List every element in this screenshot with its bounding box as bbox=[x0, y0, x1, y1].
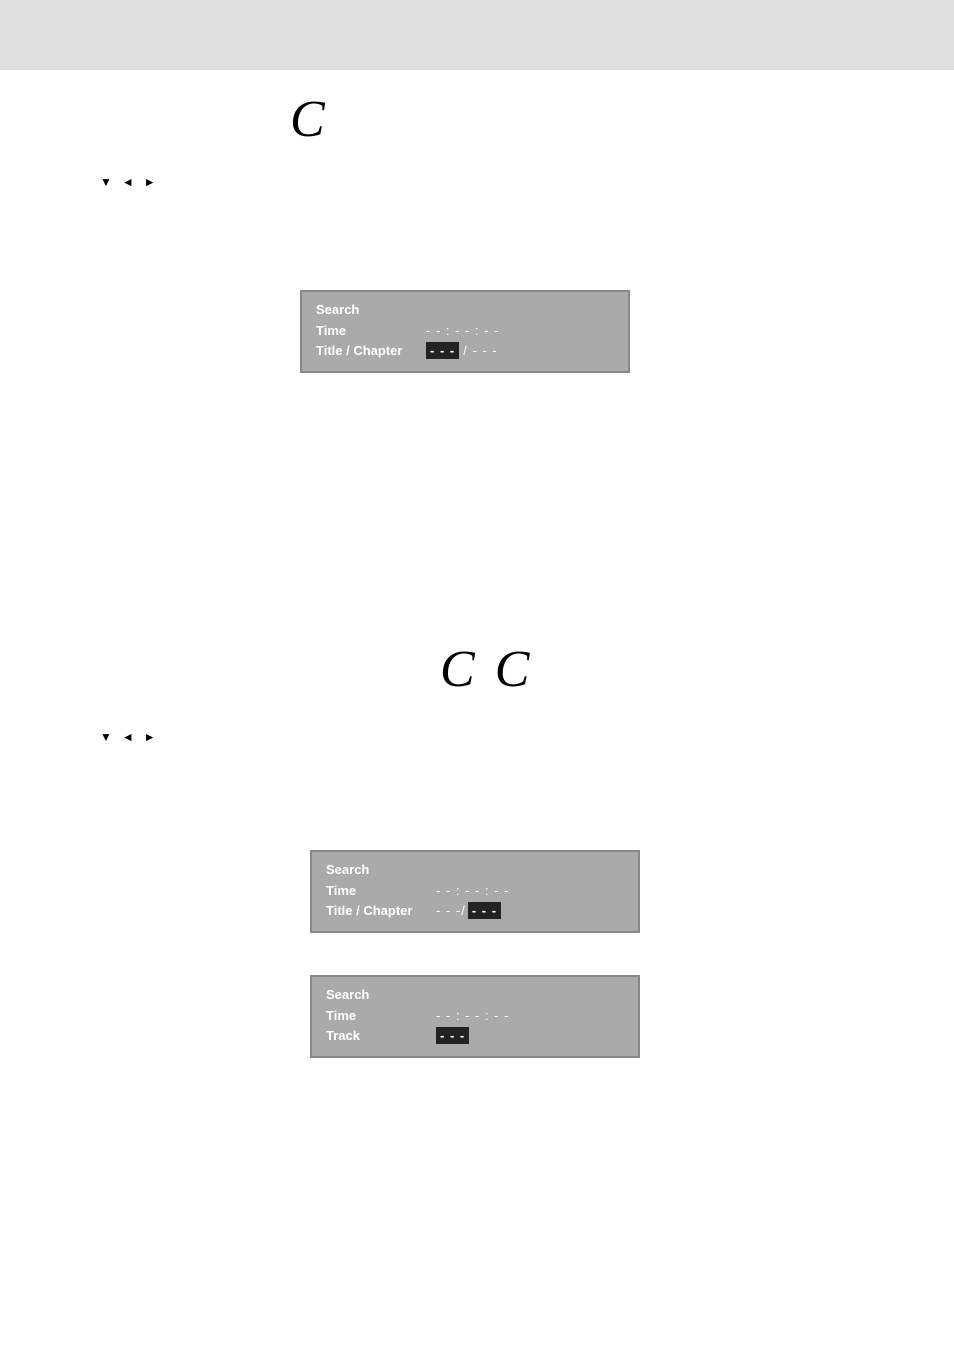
cursive-c-icon: C bbox=[290, 91, 325, 148]
left-arrow-icon-2[interactable]: ◄ bbox=[122, 730, 134, 744]
right-arrow-icon-2[interactable]: ► bbox=[144, 730, 156, 744]
nav-arrows-section2: ▼ ◄ ► bbox=[100, 730, 156, 744]
time-row-2: Time - - : - - : - - bbox=[326, 883, 624, 898]
left-arrow-icon[interactable]: ◄ bbox=[122, 175, 134, 189]
title-label-2: Title / Chapter bbox=[326, 903, 436, 918]
time-label-2: Time bbox=[326, 883, 436, 898]
title-highlighted-1: - - - bbox=[426, 342, 459, 359]
title-label-1: Title / Chapter bbox=[316, 343, 426, 358]
search-panel-2: Search Time - - : - - : - - Title / Chap… bbox=[310, 850, 640, 933]
track-label: Track bbox=[326, 1028, 436, 1043]
cursive-c-icon-right: C bbox=[495, 640, 530, 699]
title-rest-1: / - - - bbox=[463, 343, 497, 358]
title-rest-2: - - -/ bbox=[436, 903, 466, 918]
cursive-c-icon-left: C bbox=[440, 640, 475, 699]
time-label-1: Time bbox=[316, 323, 426, 338]
title-row-1: Title / Chapter - - - / - - - bbox=[316, 342, 614, 359]
search-heading-2: Search bbox=[326, 862, 624, 877]
down-arrow-icon[interactable]: ▼ bbox=[100, 175, 112, 189]
nav-arrows-section1: ▼ ◄ ► bbox=[100, 175, 156, 189]
logo-cc-double: C C bbox=[440, 640, 529, 699]
track-row: Track - - - bbox=[326, 1027, 624, 1044]
header-bar bbox=[0, 0, 954, 70]
search-heading-3: Search bbox=[326, 987, 624, 1002]
search-heading-1: Search bbox=[316, 302, 614, 317]
time-row-3: Time - - : - - : - - bbox=[326, 1008, 624, 1023]
time-label-3: Time bbox=[326, 1008, 436, 1023]
track-highlighted: - - - bbox=[436, 1027, 469, 1044]
title-highlighted-2: - - - bbox=[468, 902, 501, 919]
search-panel-3: Search Time - - : - - : - - Track - - - bbox=[310, 975, 640, 1058]
down-arrow-icon-2[interactable]: ▼ bbox=[100, 730, 112, 744]
time-value-3: - - : - - : - - bbox=[436, 1008, 509, 1023]
search-panel-1: Search Time - - : - - : - - Title / Chap… bbox=[300, 290, 630, 373]
title-row-2: Title / Chapter - - -/ - - - bbox=[326, 902, 624, 919]
logo-c-single: C bbox=[290, 90, 325, 149]
time-row-1: Time - - : - - : - - bbox=[316, 323, 614, 338]
time-value-1: - - : - - : - - bbox=[426, 323, 499, 338]
time-value-2: - - : - - : - - bbox=[436, 883, 509, 898]
right-arrow-icon[interactable]: ► bbox=[144, 175, 156, 189]
